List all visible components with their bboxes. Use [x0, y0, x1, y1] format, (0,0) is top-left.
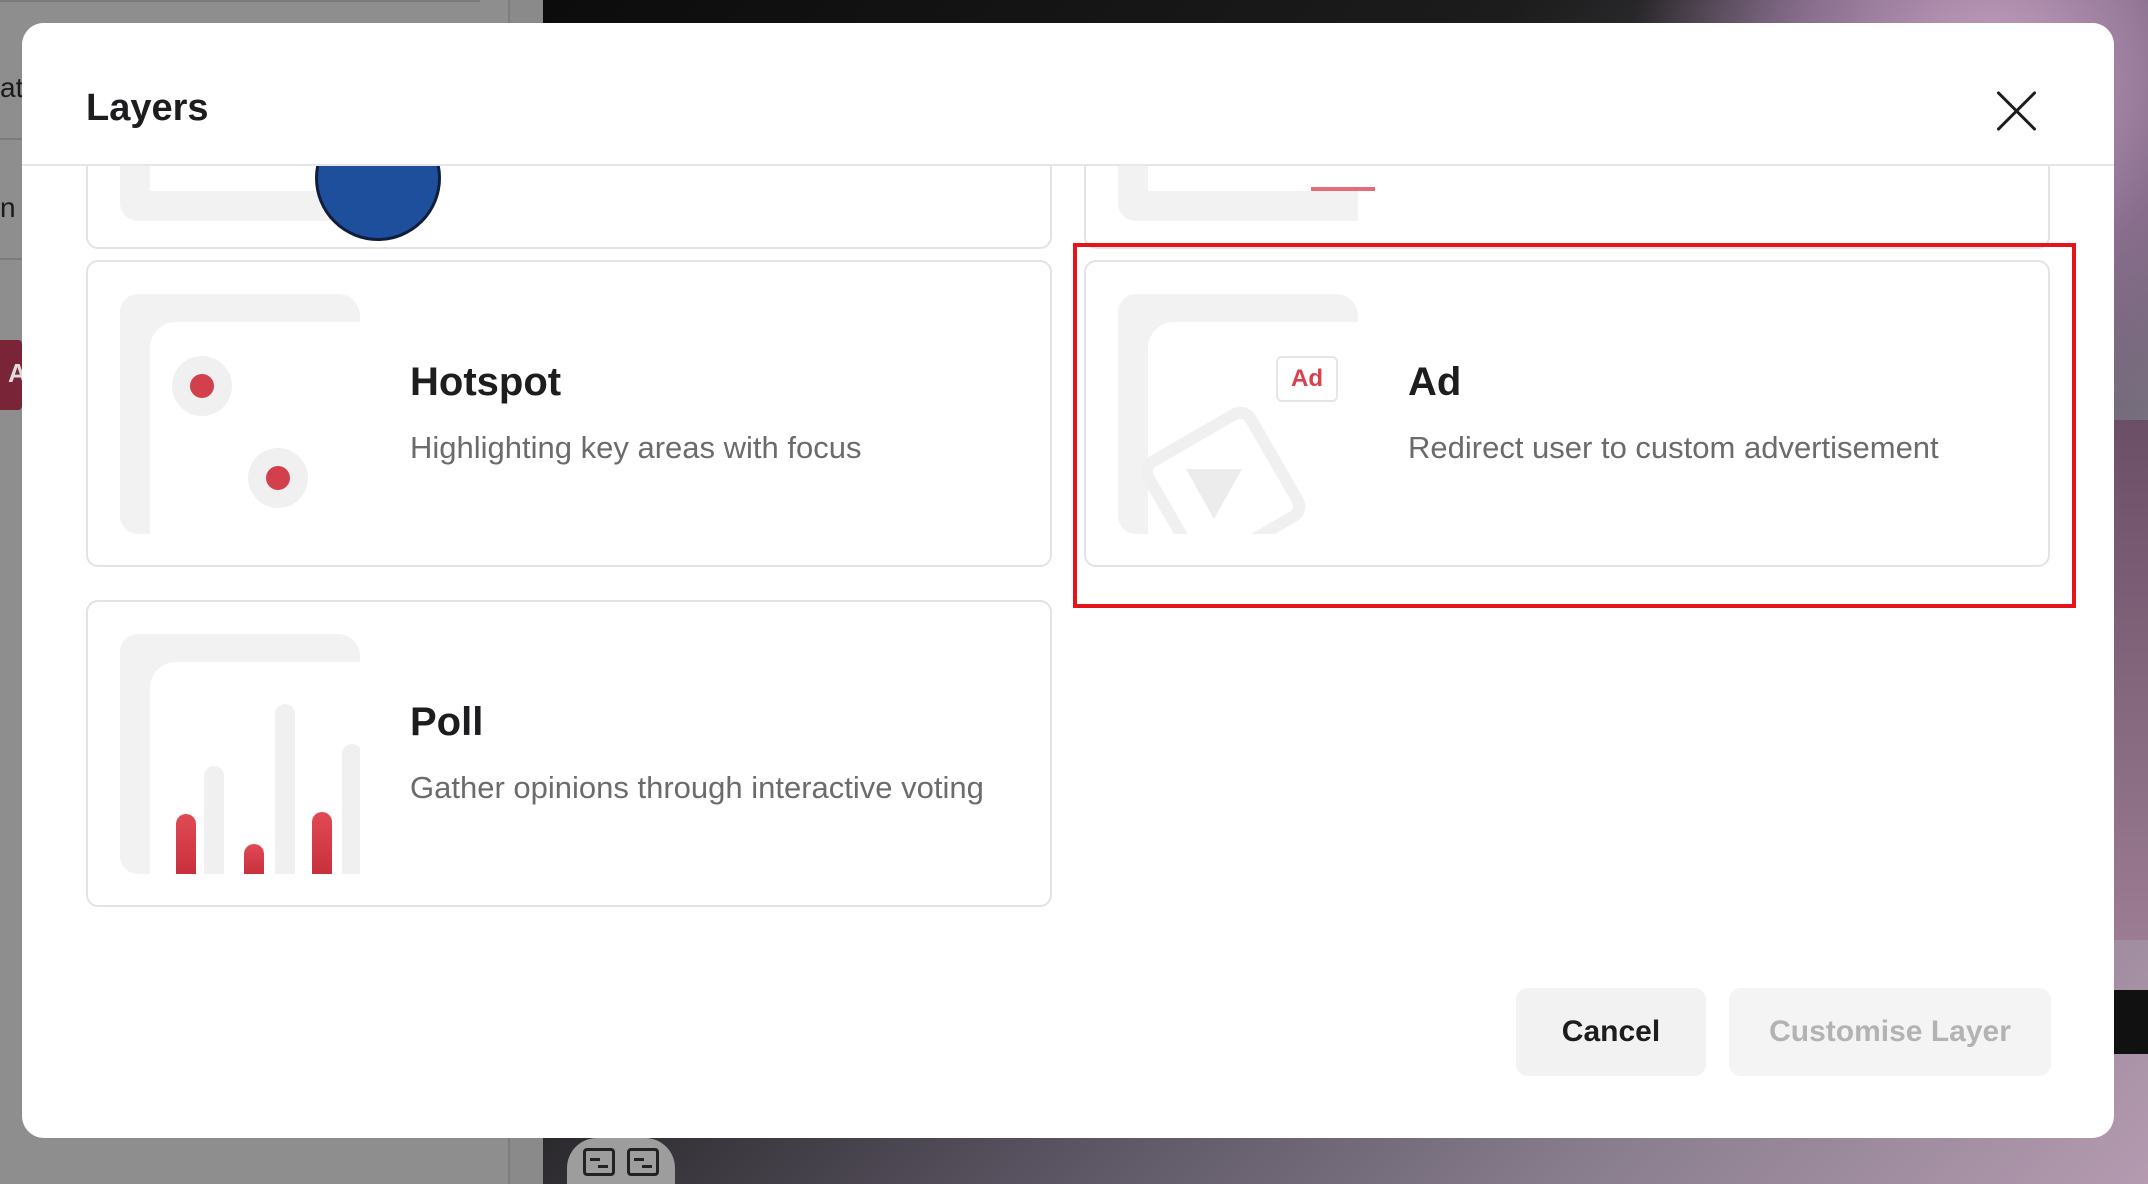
poll-bar-icon	[312, 812, 332, 874]
customise-layer-button[interactable]: Customise Layer	[1729, 988, 2051, 1076]
subtitle-icon	[627, 1148, 659, 1176]
poll-bar-icon	[275, 704, 295, 874]
background-toolbar	[567, 1138, 675, 1184]
play-icon	[1186, 469, 1242, 519]
cancel-button[interactable]: Cancel	[1516, 988, 1706, 1076]
hotspot-dot-icon	[172, 356, 232, 416]
modal-title: Layers	[86, 87, 209, 129]
layers-modal: Layers Hotspot Highlighting key areas wi…	[22, 23, 2114, 1138]
ad-icon: Ad	[1118, 294, 1358, 534]
divider	[0, 0, 480, 2]
card-description: Redirect user to custom advertisement	[1408, 430, 1939, 465]
card-title: Ad	[1408, 360, 1462, 404]
card-description: Highlighting key areas with focus	[410, 430, 862, 465]
hotspot-dot-icon	[248, 448, 308, 508]
subtitle-icon	[583, 1148, 615, 1176]
poll-icon	[120, 634, 360, 874]
divider	[0, 138, 22, 140]
ad-badge: Ad	[1276, 356, 1338, 402]
layer-card-poll[interactable]: Poll Gather opinions through interactive…	[86, 600, 1052, 907]
layer-card-hotspot[interactable]: Hotspot Highlighting key areas with focu…	[86, 260, 1052, 567]
poll-bar-icon	[342, 744, 360, 874]
poll-bar-icon	[244, 844, 264, 874]
background-red-tab: A	[0, 340, 27, 410]
card-description: Gather opinions through interactive voti…	[410, 770, 984, 805]
poll-bar-icon	[176, 814, 196, 874]
divider	[0, 258, 22, 260]
hotspot-icon	[120, 294, 360, 534]
close-icon[interactable]	[1994, 88, 2040, 134]
card-title: Poll	[410, 700, 484, 744]
shape-fragment-icon	[1311, 187, 1375, 191]
card-title: Hotspot	[410, 360, 562, 404]
background-label: at	[0, 72, 24, 103]
modal-header: Layers	[22, 23, 2114, 166]
layer-card-ad[interactable]: Ad Ad Redirect user to custom advertisem…	[1084, 260, 2050, 567]
poll-bar-icon	[204, 766, 224, 874]
